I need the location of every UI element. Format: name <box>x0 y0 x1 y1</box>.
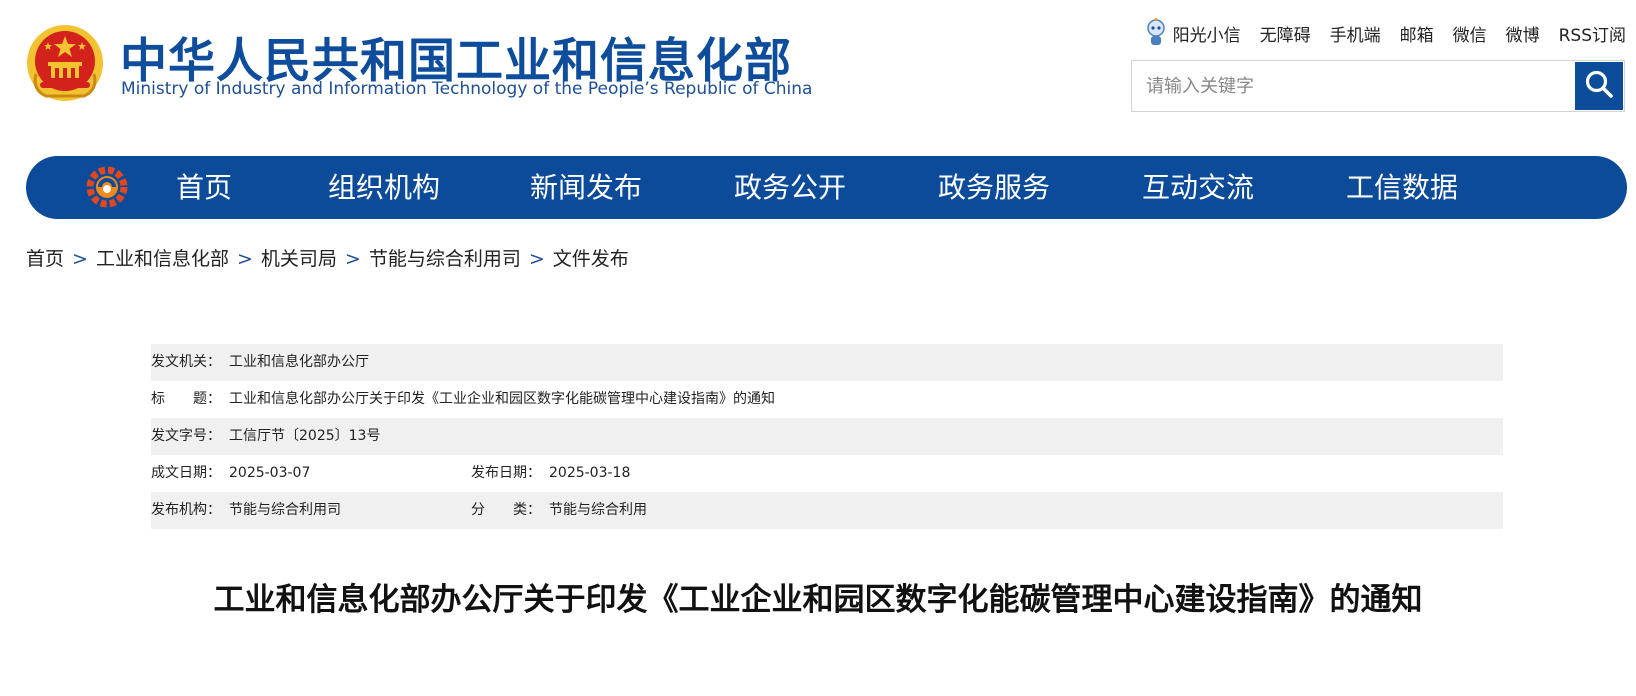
nav-item-organization[interactable]: 组织机构 <box>328 156 440 219</box>
breadcrumb-item-departments[interactable]: 机关司局 <box>261 248 337 270</box>
nav-item-data[interactable]: 工信数据 <box>1346 156 1458 219</box>
search-box <box>1131 60 1625 112</box>
breadcrumb-item-energy-saving[interactable]: 节能与综合利用司 <box>369 248 521 270</box>
meta-row-title: 标 题： 工业和信息化部办公厅关于印发《工业企业和园区数字化能碳管理中心建设指南… <box>151 381 1503 418</box>
top-links: 阳光小信 无障碍 手机端 邮箱 微信 微博 RSS订阅 <box>1145 18 1626 48</box>
document-title: 工业和信息化部办公厅关于印发《工业企业和园区数字化能碳管理中心建设指南》的通知 <box>213 582 1423 618</box>
main-nav: 首页 组织机构 新闻发布 政务公开 政务服务 互动交流 工信数据 <box>26 156 1627 219</box>
top-link-mail[interactable]: 邮箱 <box>1400 21 1434 46</box>
breadcrumb-separator: > <box>528 248 545 270</box>
nav-item-home[interactable]: 首页 <box>176 156 232 219</box>
breadcrumb-item-documents[interactable]: 文件发布 <box>553 248 629 270</box>
meta-row-dates: 成文日期： 2025-03-07 发布日期： 2025-03-18 <box>151 455 1503 492</box>
top-link-sunshine[interactable]: 阳光小信 <box>1145 18 1241 48</box>
meta-label: 标 题： <box>151 391 221 407</box>
breadcrumb-separator: > <box>236 248 253 270</box>
nav-item-interaction[interactable]: 互动交流 <box>1142 156 1254 219</box>
meta-row-docno: 发文字号： 工信厅节〔2025〕13号 <box>151 418 1503 455</box>
gear-logo-icon <box>86 166 128 208</box>
meta-value-category: 节能与综合利用 <box>549 502 647 518</box>
meta-value-written-date: 2025-03-07 <box>229 465 311 481</box>
site-title-en: Ministry of Industry and Information Tec… <box>121 79 813 99</box>
breadcrumb-item-home[interactable]: 首页 <box>26 248 64 270</box>
meta-value-docno: 工信厅节〔2025〕13号 <box>229 428 381 444</box>
breadcrumb-separator: > <box>344 248 361 270</box>
nav-item-gov-affairs-open[interactable]: 政务公开 <box>734 156 846 219</box>
meta-value-title: 工业和信息化部办公厅关于印发《工业企业和园区数字化能碳管理中心建设指南》的通知 <box>229 391 775 407</box>
top-link-label: 阳光小信 <box>1172 25 1241 46</box>
top-link-rss[interactable]: RSS订阅 <box>1559 21 1626 46</box>
top-link-wechat[interactable]: 微信 <box>1453 21 1487 46</box>
meta-value-issuer: 工业和信息化部办公厅 <box>229 354 369 370</box>
breadcrumb-item-ministry[interactable]: 工业和信息化部 <box>96 248 229 270</box>
meta-row-issuer: 发文机关： 工业和信息化部办公厅 <box>151 344 1503 381</box>
meta-label: 成文日期： <box>151 465 221 481</box>
top-link-weibo[interactable]: 微博 <box>1506 21 1540 46</box>
search-icon <box>1584 69 1614 103</box>
breadcrumb: 首页 > 工业和信息化部 > 机关司局 > 节能与综合利用司 > 文件发布 <box>26 244 629 271</box>
search-button[interactable] <box>1575 62 1623 110</box>
document-meta-table: 发文机关： 工业和信息化部办公厅 标 题： 工业和信息化部办公厅关于印发《工业企… <box>151 344 1503 529</box>
meta-label: 发文机关： <box>151 354 221 370</box>
meta-label: 发文字号： <box>151 428 221 444</box>
top-link-mobile[interactable]: 手机端 <box>1330 21 1381 46</box>
meta-label: 发布日期： <box>471 465 541 481</box>
meta-label: 分 类： <box>471 502 541 518</box>
top-link-accessibility[interactable]: 无障碍 <box>1260 21 1311 46</box>
meta-label: 发布机构： <box>151 502 221 518</box>
search-input[interactable] <box>1132 61 1572 111</box>
meta-row-org: 发布机构： 节能与综合利用司 分 类： 节能与综合利用 <box>151 492 1503 529</box>
breadcrumb-separator: > <box>72 248 88 270</box>
nav-item-gov-services[interactable]: 政务服务 <box>938 156 1050 219</box>
nav-item-news[interactable]: 新闻发布 <box>530 156 642 219</box>
robot-icon <box>1145 18 1167 48</box>
meta-value-org: 节能与综合利用司 <box>229 502 341 518</box>
national-emblem-icon <box>26 24 104 102</box>
meta-value-published-date: 2025-03-18 <box>549 465 631 481</box>
